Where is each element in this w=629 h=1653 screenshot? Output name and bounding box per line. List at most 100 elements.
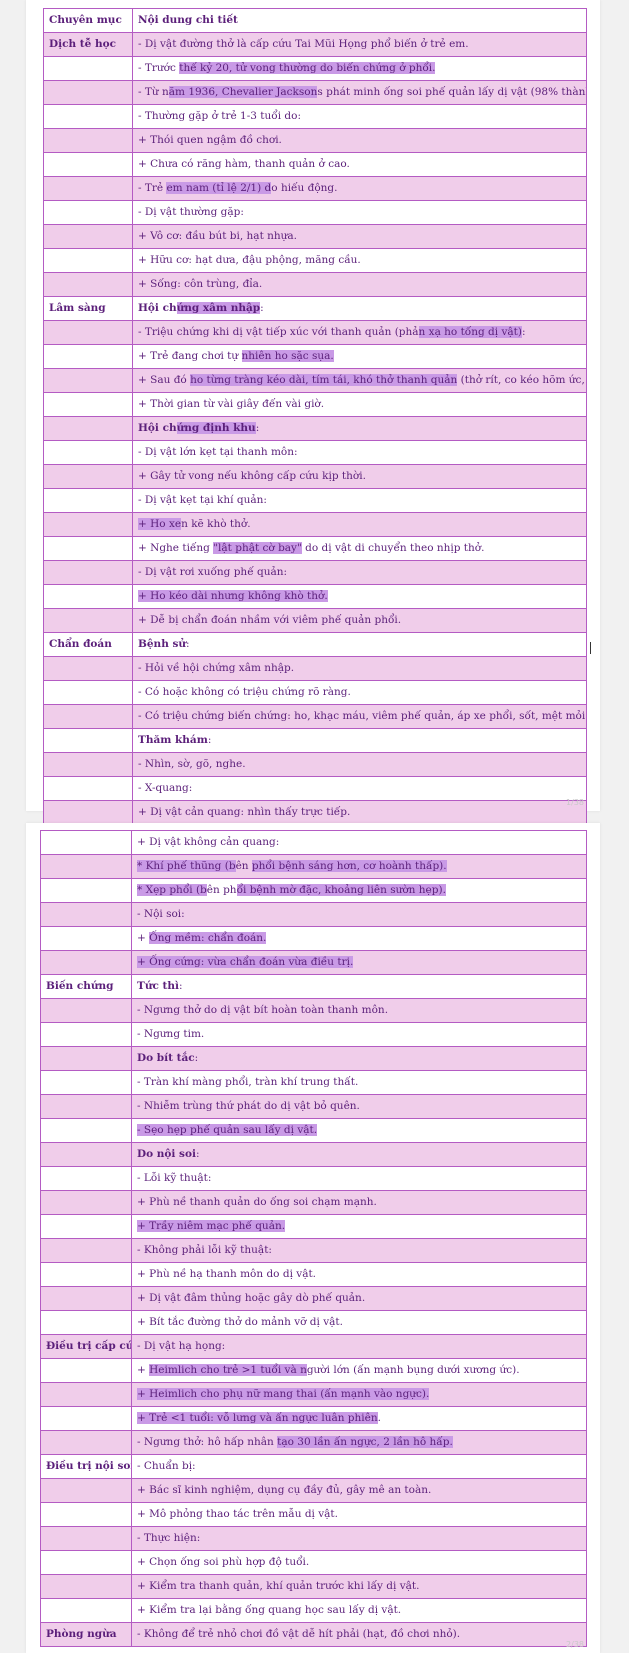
content-cell: + Chưa có răng hàm, thanh quản ở cao. [132, 152, 587, 177]
table-row: - Ngưng thở: hô hấp nhân tạo 30 lần ấn n… [40, 1430, 587, 1455]
content-text: + Mô phỏng thao tác trên mẫu dị vật. [137, 1507, 338, 1520]
content-cell: - Từ năm 1936, Chevalier Jacksons phát m… [132, 80, 587, 105]
category-cell [43, 536, 133, 561]
table-row: + Ống mềm: chẩn đoán. [40, 926, 587, 951]
category-cell [40, 1166, 132, 1191]
category-cell [43, 272, 133, 297]
category-cell [40, 1550, 132, 1575]
content-text: + Thời gian từ vài giây đến vài giờ. [138, 397, 325, 410]
content-text: - Dị vật thường gặp: [138, 205, 244, 218]
content-cell: + Heimlich cho trẻ >1 tuổi và người lớn … [131, 1358, 587, 1383]
document-page-1: Chuyên mục Nội dung chi tiết Dịch tễ học - … [26, 0, 600, 825]
category-cell: Chẩn đoán [43, 632, 133, 657]
table-row: - Trẻ em nam (tỉ lệ 2/1) do hiếu động. [43, 176, 587, 201]
category-cell [43, 776, 133, 801]
content-text: Do nội soi [137, 1147, 196, 1160]
content-text: - Dị vật kẹt tại khí quản: [138, 493, 267, 506]
content-text: Bệnh sử [138, 637, 187, 650]
category-cell [40, 1502, 132, 1527]
table-row: + Mô phỏng thao tác trên mẫu dị vật. [40, 1502, 587, 1527]
table-row: - Nhìn, sờ, gõ, nghe. [43, 752, 587, 777]
table-row: + Heimlich cho phụ nữ mang thai (ấn mạnh… [40, 1382, 587, 1407]
content-text: - Ngưng thở do dị vật bít hoàn toàn than… [137, 1003, 389, 1016]
content-cell: - Nhìn, sờ, gõ, nghe. [132, 752, 587, 777]
content-cell: + Heimlich cho phụ nữ mang thai (ấn mạnh… [131, 1382, 587, 1407]
category-cell [43, 584, 133, 609]
content-cell: + Dị vật đâm thủng hoặc gây dò phế quản. [131, 1286, 587, 1311]
content-text: - Lỗi kỹ thuật: [137, 1171, 212, 1184]
content-text: do dị vật di chuyển theo nhịp thở. [301, 541, 485, 554]
table-row: Do nội soi: [40, 1142, 587, 1167]
table-row: - Hỏi về hội chứng xâm nhập. [43, 656, 587, 681]
highlighted-text: ho từng tràng kéo dài, tím tái, khó thở … [190, 373, 458, 386]
table-row: - Có hoặc không có triệu chứng rõ ràng. [43, 680, 587, 705]
content-text: n kẽ khò thở. [181, 517, 251, 530]
content-text: - Dị vật hạ họng: [137, 1339, 226, 1352]
table-row: + Thói quen ngậm đồ chơi. [43, 128, 587, 153]
table-row: - Tràn khí màng phổi, tràn khí trung thấ… [40, 1070, 587, 1095]
category-cell [40, 1310, 132, 1335]
table-row: - Triệu chứng khi dị vật tiếp xúc với th… [43, 320, 587, 345]
category-cell [40, 1382, 132, 1407]
content-cell: - Sẹo hẹp phế quản sau lấy dị vật. [131, 1118, 587, 1143]
category-cell [40, 1358, 132, 1383]
category-cell [43, 704, 133, 729]
category-cell [40, 1238, 132, 1263]
highlighted-text: + Ho xe [138, 517, 182, 530]
content-cell: * Khí phế thũng (bên phổi bệnh sáng hơn,… [131, 854, 587, 879]
content-text: + Chọn ống soi phù hợp độ tuổi. [137, 1555, 310, 1568]
content-cell: + Dị vật cản quang: nhìn thấy trực tiếp. [132, 800, 587, 825]
content-text: + Sau đó [138, 373, 191, 386]
content-cell: - Ngưng tim. [131, 1022, 587, 1047]
content-cell: + Trẻ <1 tuổi: vỗ lưng và ấn ngực luân p… [131, 1406, 587, 1431]
highlighted-text: phổi bệnh sáng hơn, cơ hoành thấp). [251, 859, 447, 872]
category-cell [43, 104, 133, 129]
content-text: - Từ n [138, 85, 169, 98]
content-text: : [186, 637, 190, 650]
table-row: + Dễ bị chẩn đoán nhầm với viêm phế quản… [43, 608, 587, 633]
table-row: Điều trị nội soi - Chuẩn bị: [40, 1454, 587, 1479]
content-cell: - Ngưng thở: hô hấp nhân tạo 30 lần ấn n… [131, 1430, 587, 1455]
highlighted-text: Ống mềm: chẩn đoán. [149, 931, 267, 944]
content-cell: + Thời gian từ vài giây đến vài giờ. [132, 392, 587, 417]
content-text: + [137, 931, 150, 944]
table-row: Chẩn đoán Bệnh sử: [43, 632, 587, 657]
content-text: + Dị vật đâm thủng hoặc gây dò phế quản. [137, 1291, 366, 1304]
highlighted-text: + Heimlich cho phụ nữ mang thai (ấn mạnh… [137, 1387, 430, 1400]
content-cell: + Dễ bị chẩn đoán nhầm với viêm phế quản… [132, 608, 587, 633]
content-cell: + Ho kéo dài nhưng không khò thở. [132, 584, 587, 609]
table-row: + Sống: côn trùng, đỉa. [43, 272, 587, 297]
content-text: o hiếu động. [271, 181, 338, 194]
content-cell: + Bít tắc đường thở do mảnh vỡ dị vật. [131, 1310, 587, 1335]
content-cell: + Nghe tiếng "lật phật cờ bay" do dị vật… [132, 536, 587, 561]
category-cell [43, 800, 133, 825]
content-cell: - Ngưng thở do dị vật bít hoàn toàn than… [131, 998, 587, 1023]
content-cell: + Ống cứng: vừa chẩn đoán vừa điều trị. [131, 950, 587, 975]
category-cell [43, 464, 133, 489]
content-cell: - Nội soi: [131, 902, 587, 927]
content-cell: + Mô phỏng thao tác trên mẫu dị vật. [131, 1502, 587, 1527]
content-cell: - Lỗi kỹ thuật: [131, 1166, 587, 1191]
content-text: - Triệu chứng khi dị vật tiếp xúc với th… [138, 325, 419, 338]
highlighted-text: ổi bệnh mờ đặc, khoảng liên sườn hẹp). [236, 883, 446, 896]
content-text: - Dị vật đường thở là cấp cứu Tai Mũi Họ… [138, 37, 469, 50]
category-cell [43, 56, 133, 81]
category-cell [40, 1214, 132, 1239]
content-cell: + Kiểm tra thanh quản, khí quản trước kh… [131, 1574, 587, 1599]
category-cell [43, 416, 133, 441]
content-text: - Trẻ [138, 181, 167, 194]
category-cell [43, 728, 133, 753]
content-text: + Gây tử vong nếu không cấp cứu kịp thời… [138, 469, 366, 482]
table-row: - Thường gặp ở trẻ 1-3 tuổi do: [43, 104, 587, 129]
category-cell [43, 656, 133, 681]
category-cell [40, 1022, 132, 1047]
table-row: - Dị vật thường gặp: [43, 200, 587, 225]
table-row: * Khí phế thũng (bên phổi bệnh sáng hơn,… [40, 854, 587, 879]
content-text: - Ngưng tim. [137, 1027, 205, 1040]
highlighted-text: "lật phật cờ bay" [213, 541, 302, 554]
content-cell: - Dị vật hạ họng: [131, 1334, 587, 1359]
content-cell: + Dị vật không cản quang: [131, 830, 587, 855]
table-row: - Thực hiện: [40, 1526, 587, 1551]
table-row: - Dị vật rơi xuống phế quản: [43, 560, 587, 585]
content-cell: Hội chứng định khu: [132, 416, 587, 441]
